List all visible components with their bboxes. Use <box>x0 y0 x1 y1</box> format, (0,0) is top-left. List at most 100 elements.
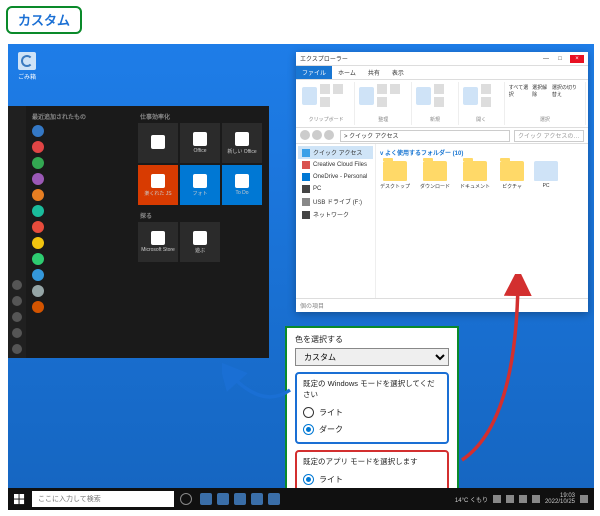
start-tile[interactable] <box>138 123 178 163</box>
nav-item[interactable]: クイック アクセス <box>298 146 373 159</box>
pictures-icon[interactable] <box>12 312 22 322</box>
ribbon-icon[interactable] <box>333 84 343 94</box>
app-icon <box>32 157 44 169</box>
ribbon-icon[interactable] <box>320 97 330 107</box>
ribbon-big-icon[interactable] <box>302 87 317 105</box>
folder-item[interactable]: ダウンロード <box>420 161 450 190</box>
nav-fwd-icon[interactable] <box>312 130 322 140</box>
store-icon[interactable] <box>251 493 263 505</box>
tab-share[interactable]: 共有 <box>362 66 386 79</box>
explorer-search-ph: クイック アクセスの… <box>518 131 579 140</box>
nav-up-icon[interactable] <box>324 130 334 140</box>
ribbon-icon[interactable] <box>377 84 387 94</box>
nav-item[interactable]: Creative Cloud Files <box>298 159 373 171</box>
start-tile[interactable]: フォト <box>180 165 220 205</box>
ribbon-icon[interactable] <box>377 97 387 107</box>
task-view-icon[interactable] <box>200 493 212 505</box>
nav-item[interactable]: PC <box>298 183 373 195</box>
recent-item[interactable] <box>28 219 132 235</box>
radio-icon <box>303 424 314 435</box>
cortana-icon[interactable] <box>180 493 192 505</box>
recent-item[interactable] <box>28 187 132 203</box>
recent-item[interactable] <box>28 171 132 187</box>
mail-icon[interactable] <box>268 493 280 505</box>
win-mode-dark[interactable]: ダーク <box>303 421 441 438</box>
radio-label: ライト <box>319 474 343 485</box>
user-icon[interactable] <box>12 280 22 290</box>
ribbon-icon[interactable] <box>434 84 444 94</box>
ribbon-icon[interactable] <box>434 97 444 107</box>
start-button[interactable] <box>8 488 30 510</box>
ime-icon[interactable] <box>532 495 540 503</box>
app-mode-light[interactable]: ライト <box>303 471 441 488</box>
explorer-icon[interactable] <box>217 493 229 505</box>
ribbon-icon[interactable] <box>481 97 491 107</box>
nav-label: OneDrive - Personal <box>313 174 367 180</box>
weather[interactable]: 14°C くもり <box>455 495 488 504</box>
nav-item[interactable]: USB ドライブ (F:) <box>298 195 373 208</box>
ribbon-group: すべて選択選択解除選択の切り替え選択 <box>505 82 586 125</box>
minimize-button[interactable]: — <box>542 55 550 63</box>
tray-chevron-icon[interactable] <box>493 495 501 503</box>
recent-item[interactable] <box>28 155 132 171</box>
recent-item[interactable] <box>28 267 132 283</box>
taskbar-search[interactable] <box>32 491 174 507</box>
clock[interactable]: 19:03 2022/10/25 <box>545 493 575 505</box>
nav-item[interactable]: OneDrive - Personal <box>298 171 373 183</box>
recent-item[interactable] <box>28 251 132 267</box>
maximize-button[interactable]: □ <box>556 55 564 63</box>
ribbon-cmd[interactable]: 選択解除 <box>532 84 549 98</box>
folder-item[interactable]: PC <box>534 161 558 190</box>
nav-label: PC <box>313 186 321 192</box>
close-button[interactable]: × <box>570 55 584 63</box>
recent-item[interactable] <box>28 299 132 315</box>
nav-back-icon[interactable] <box>300 130 310 140</box>
recent-item[interactable] <box>28 235 132 251</box>
recent-item[interactable] <box>28 283 132 299</box>
recent-item[interactable] <box>28 139 132 155</box>
explorer-tabs: ファイル ホーム 共有 表示 <box>296 66 588 80</box>
power-icon[interactable] <box>12 344 22 354</box>
tab-home[interactable]: ホーム <box>332 66 362 79</box>
address-bar[interactable]: > クイック アクセス <box>340 130 510 142</box>
network-icon[interactable] <box>506 495 514 503</box>
folder-item[interactable]: ピクチャ <box>500 161 524 190</box>
folder-item[interactable]: ドキュメント <box>460 161 490 190</box>
nav-label: Creative Cloud Files <box>313 162 367 168</box>
tab-view[interactable]: 表示 <box>386 66 410 79</box>
start-tile[interactable]: 新しい Office <box>222 123 262 163</box>
win-mode-light[interactable]: ライト <box>303 404 441 421</box>
ribbon-big-icon[interactable] <box>463 87 478 105</box>
nav-item[interactable]: ネットワーク <box>298 208 373 221</box>
ribbon-big-icon[interactable] <box>359 87 374 105</box>
recent-item[interactable] <box>28 203 132 219</box>
recent-item[interactable] <box>28 123 132 139</box>
notifications-icon[interactable] <box>580 495 588 503</box>
start-tile[interactable]: Office <box>180 123 220 163</box>
start-tile[interactable]: To Do <box>222 165 262 205</box>
recycle-bin[interactable]: ごみ箱 <box>18 52 36 81</box>
ribbon-icon[interactable] <box>481 84 491 94</box>
ribbon-group: 新規 <box>412 82 458 125</box>
ribbon-icon[interactable] <box>390 84 400 94</box>
start-tile[interactable]: 遊ぶ <box>180 222 220 262</box>
ribbon-cmd[interactable]: すべて選択 <box>509 84 529 98</box>
documents-icon[interactable] <box>12 296 22 306</box>
ribbon-icon[interactable] <box>320 84 330 94</box>
blue-arrow <box>222 354 292 414</box>
settings-icon[interactable] <box>12 328 22 338</box>
ribbon-big-icon[interactable] <box>416 87 431 105</box>
nav-icon <box>302 173 310 181</box>
color-select[interactable]: カスタム <box>295 348 449 366</box>
explorer-search[interactable]: クイック アクセスの… <box>514 130 584 142</box>
start-tile[interactable]: Microsoft Store <box>138 222 178 262</box>
volume-icon[interactable] <box>519 495 527 503</box>
folder-label: ドキュメント <box>460 184 490 190</box>
edge-icon[interactable] <box>234 493 246 505</box>
folder-item[interactable]: デスクトップ <box>380 161 410 190</box>
ribbon-cmd[interactable]: 選択の切り替え <box>552 84 581 98</box>
radio-label: ライト <box>319 407 343 418</box>
start-tile[interactable]: 楽くれた JS <box>138 165 178 205</box>
tile-icon <box>235 132 249 146</box>
tab-file[interactable]: ファイル <box>296 66 332 79</box>
